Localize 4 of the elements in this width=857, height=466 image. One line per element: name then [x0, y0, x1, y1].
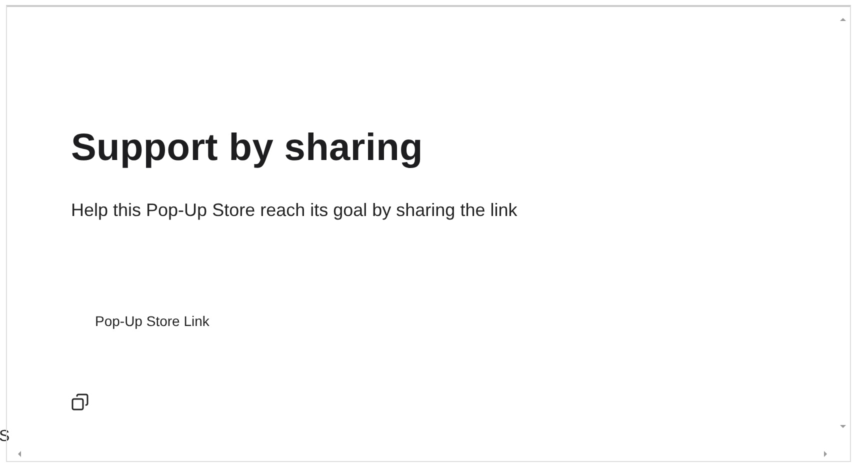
- field-label: Pop-Up Store Link: [95, 313, 210, 329]
- copy-button[interactable]: [71, 393, 89, 411]
- dialog-description: Help this Pop-Up Store reach its goal by sharing the link: [71, 200, 518, 221]
- dialog-title: Support by sharing: [71, 127, 424, 170]
